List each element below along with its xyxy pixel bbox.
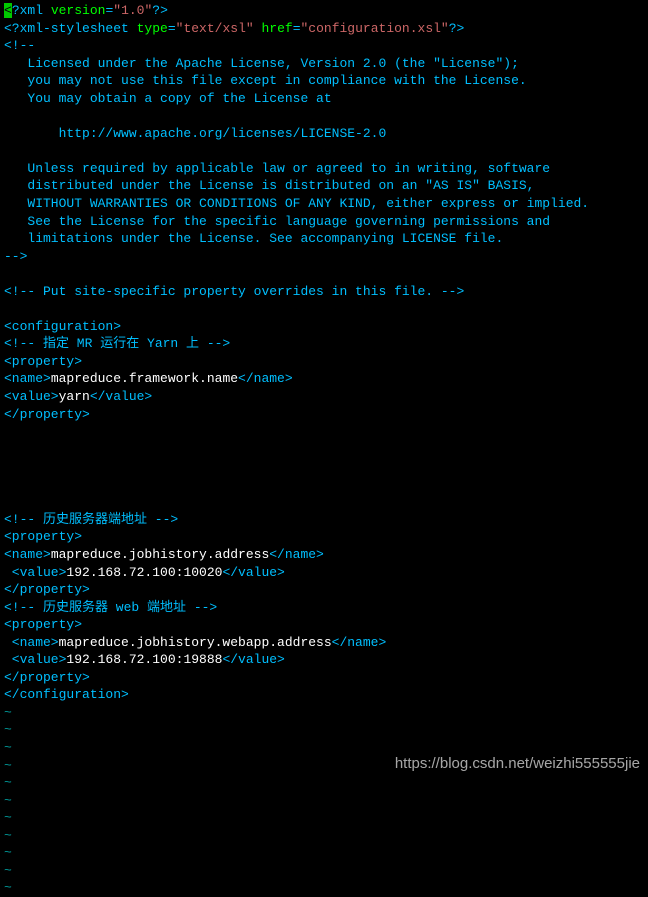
code-line: ~ bbox=[4, 704, 644, 722]
code-line: <value>192.168.72.100:19888</value> bbox=[4, 651, 644, 669]
code-line: Unless required by applicable law or agr… bbox=[4, 160, 644, 178]
code-line bbox=[4, 142, 644, 160]
code-line: ~ bbox=[4, 827, 644, 845]
code-line: <property> bbox=[4, 353, 644, 371]
code-line bbox=[4, 476, 644, 494]
code-line: --> bbox=[4, 248, 644, 266]
code-line: limitations under the License. See accom… bbox=[4, 230, 644, 248]
code-line: Licensed under the Apache License, Versi… bbox=[4, 55, 644, 73]
code-line: <configuration> bbox=[4, 318, 644, 336]
code-line: distributed under the License is distrib… bbox=[4, 177, 644, 195]
code-line: <property> bbox=[4, 616, 644, 634]
code-line bbox=[4, 493, 644, 511]
code-line bbox=[4, 107, 644, 125]
code-line: <name>mapreduce.framework.name</name> bbox=[4, 370, 644, 388]
code-line: <name>mapreduce.jobhistory.webapp.addres… bbox=[4, 634, 644, 652]
code-line: </property> bbox=[4, 406, 644, 424]
code-line: <!-- bbox=[4, 37, 644, 55]
code-line: http://www.apache.org/licenses/LICENSE-2… bbox=[4, 125, 644, 143]
code-line: </property> bbox=[4, 581, 644, 599]
watermark: https://blog.csdn.net/weizhi555555jie bbox=[395, 754, 640, 774]
code-line bbox=[4, 441, 644, 459]
code-line: <!-- 指定 MR 运行在 Yarn 上 --> bbox=[4, 335, 644, 353]
code-line: See the License for the specific languag… bbox=[4, 213, 644, 231]
code-line: <!-- 历史服务器 web 端地址 --> bbox=[4, 599, 644, 617]
code-line: <property> bbox=[4, 528, 644, 546]
code-line: you may not use this file except in comp… bbox=[4, 72, 644, 90]
code-line: WITHOUT WARRANTIES OR CONDITIONS OF ANY … bbox=[4, 195, 644, 213]
code-line: ~ bbox=[4, 721, 644, 739]
code-line: ~ bbox=[4, 879, 644, 897]
code-line: <value>yarn</value> bbox=[4, 388, 644, 406]
code-line: <!-- Put site-specific property override… bbox=[4, 283, 644, 301]
code-line: You may obtain a copy of the License at bbox=[4, 90, 644, 108]
code-line: ~ bbox=[4, 862, 644, 880]
code-line: <?xml-stylesheet type="text/xsl" href="c… bbox=[4, 20, 644, 38]
code-line: ~ bbox=[4, 809, 644, 827]
code-line: <!-- 历史服务器端地址 --> bbox=[4, 511, 644, 529]
code-line: </property> bbox=[4, 669, 644, 687]
code-line: </configuration> bbox=[4, 686, 644, 704]
code-line bbox=[4, 265, 644, 283]
code-line: <name>mapreduce.jobhistory.address</name… bbox=[4, 546, 644, 564]
code-line bbox=[4, 300, 644, 318]
code-line: ~ bbox=[4, 774, 644, 792]
code-line: <?xml version="1.0"?> bbox=[4, 2, 644, 20]
code-line bbox=[4, 423, 644, 441]
code-line bbox=[4, 458, 644, 476]
code-line: <value>192.168.72.100:10020</value> bbox=[4, 564, 644, 582]
code-line: ~ bbox=[4, 844, 644, 862]
code-line: ~ bbox=[4, 792, 644, 810]
